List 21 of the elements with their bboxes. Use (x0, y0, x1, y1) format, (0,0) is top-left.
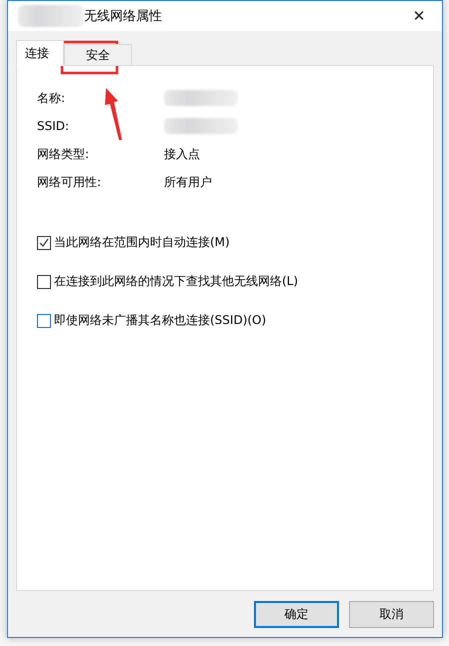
redaction-blur (18, 5, 84, 27)
checkbox-label: 在连接到此网络的情况下查找其他无线网络(L) (54, 273, 298, 290)
property-label: 网络可用性: (37, 174, 102, 190)
tab[interactable]: 连接 (16, 40, 64, 66)
property-value: 所有用户 (164, 174, 213, 190)
checkbox[interactable] (37, 236, 51, 250)
checkbox[interactable] (37, 314, 51, 328)
close-button[interactable]: ✕ (396, 1, 442, 31)
ok-button[interactable]: 确定 (254, 601, 339, 628)
window-title: 无线网络属性 (84, 8, 162, 25)
checkbox-label: 当此网络在范围内时自动连接(M) (54, 234, 230, 251)
property-label: 网络类型: (37, 146, 90, 162)
cancel-button[interactable]: 取消 (349, 601, 434, 628)
checkbox-label: 即使网络未广播其名称也连接(SSID)(O) (54, 312, 266, 329)
property-label: SSID: (37, 118, 70, 134)
checkbox[interactable] (37, 274, 51, 288)
tab[interactable]: 安全 (64, 44, 132, 66)
property-value: 接入点 (164, 146, 201, 162)
annotation-box (60, 40, 118, 74)
annotation-arrow (105, 88, 122, 140)
property-label: 名称: (37, 90, 66, 106)
